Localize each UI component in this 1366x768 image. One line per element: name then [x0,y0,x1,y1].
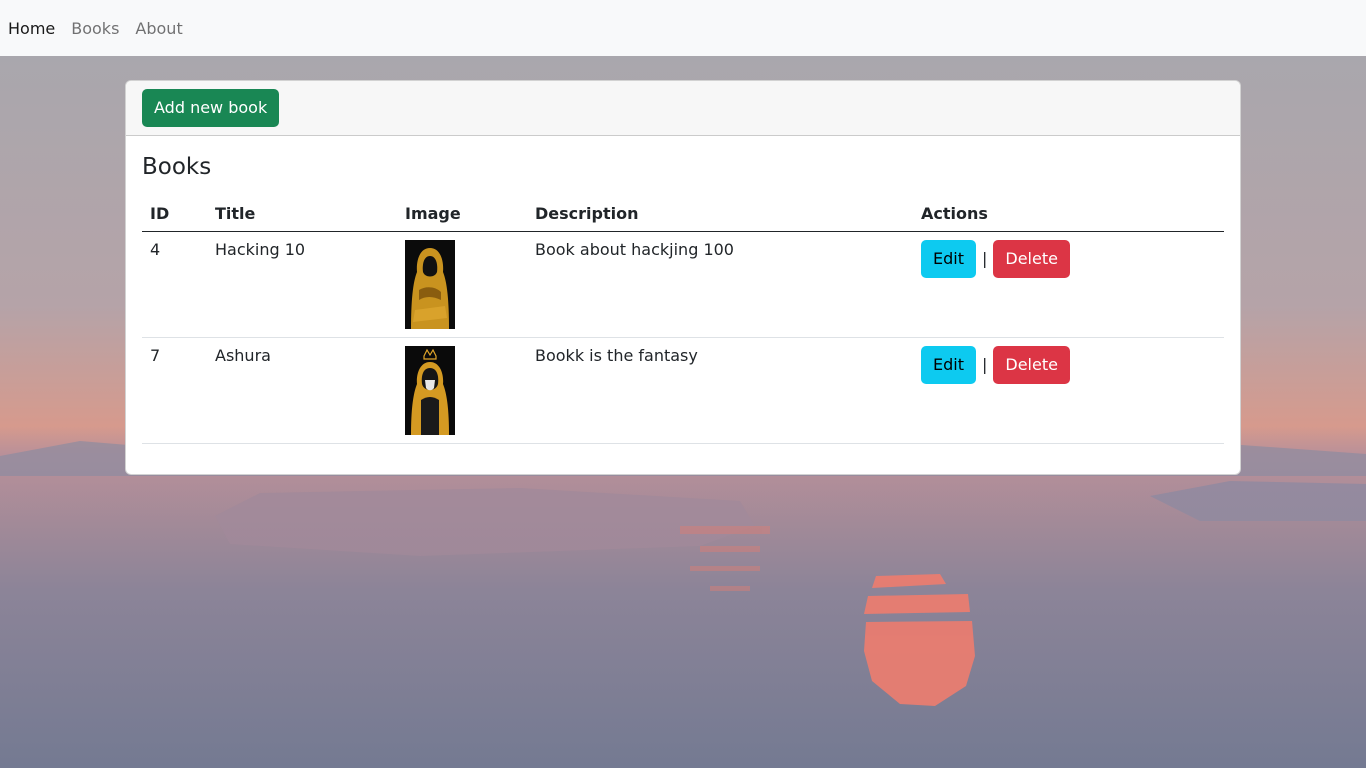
hooded-figure-yellow-image [405,239,455,329]
action-separator: | [981,355,988,374]
nav-link-about[interactable]: About [135,19,182,38]
table-header-row: ID Title Image Description Actions [142,193,1224,232]
card-title: Books [142,154,212,180]
column-header-actions: Actions [913,193,1224,232]
books-card: Add new book Books ID Title Image Descri… [125,80,1241,475]
hooded-figure-crown-image [405,345,455,435]
table-row: 7 Ashura Bookk is the fantasy Edit | Del… [142,337,1224,444]
nav-link-books[interactable]: Books [71,19,119,38]
cell-title: Hacking 10 [207,231,397,338]
cell-actions: Edit | Delete [913,231,1224,338]
table-row: 4 Hacking 10 Book about hackjing 100 Edi… [142,231,1224,338]
delete-button[interactable]: Delete [993,239,1070,278]
card-body: Books ID Title Image Description Actions [126,136,1240,444]
column-header-id: ID [142,193,207,232]
cell-description: Bookk is the fantasy [527,337,913,444]
cell-id: 7 [142,337,207,444]
add-new-book-button[interactable]: Add new book [142,89,280,127]
cell-id: 4 [142,231,207,338]
nav-link-home[interactable]: Home [8,19,55,38]
column-header-description: Description [527,193,913,232]
delete-button[interactable]: Delete [993,345,1070,384]
action-separator: | [981,249,988,268]
books-table: ID Title Image Description Actions 4 Hac… [142,193,1224,444]
column-header-title: Title [207,193,397,232]
cell-image [397,337,527,444]
cell-title: Ashura [207,337,397,444]
card-header: Add new book [126,81,1240,136]
edit-button[interactable]: Edit [921,345,976,384]
cell-image [397,231,527,338]
cell-description: Book about hackjing 100 [527,231,913,338]
column-header-image: Image [397,193,527,232]
edit-button[interactable]: Edit [921,239,976,278]
top-navbar: Home Books About [0,0,1366,56]
cell-actions: Edit | Delete [913,337,1224,444]
